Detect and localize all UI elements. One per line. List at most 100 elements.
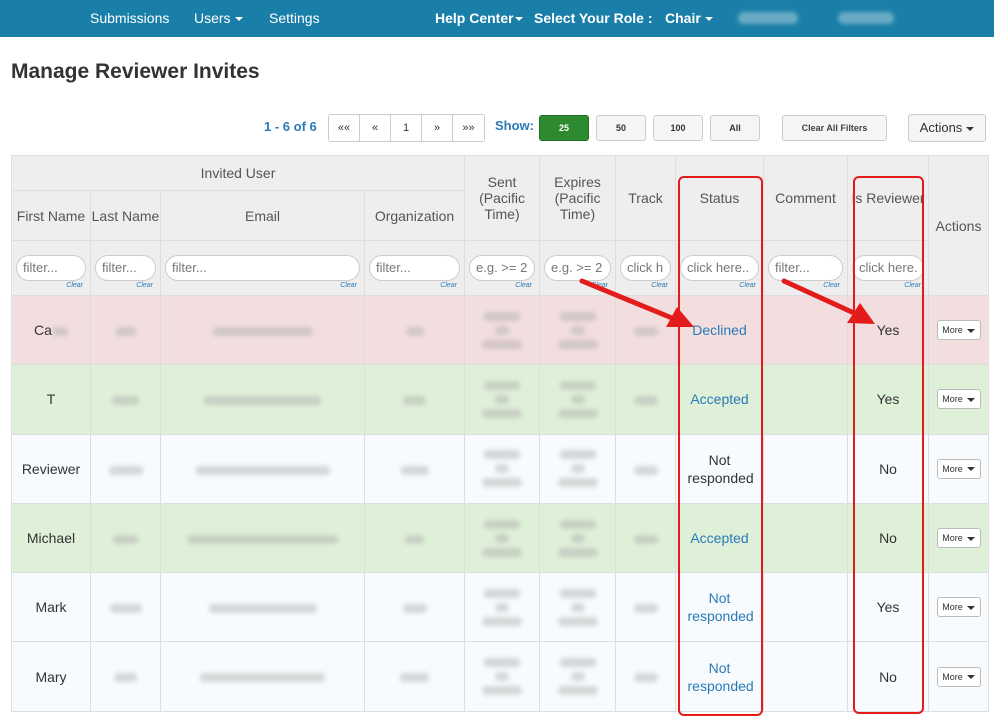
filter-cell: e.g. >= 2 Clear (464, 240, 541, 296)
status-value[interactable]: Declined (688, 321, 752, 339)
col-organization[interactable]: Organization (363, 190, 466, 241)
first-name-cell: Ca (11, 294, 91, 366)
clear-link[interactable]: Clear (904, 282, 921, 289)
status-cell: Declined (675, 294, 765, 366)
more-button[interactable]: More (936, 320, 981, 341)
last-name-filter-input[interactable]: filter... (95, 255, 156, 281)
col-expires[interactable]: Expires (Pacific Time) (539, 155, 617, 241)
clear-link[interactable]: Clear (66, 282, 83, 289)
email-cell (160, 641, 365, 712)
table-row: T Accepted Yes More (11, 364, 990, 435)
clear-link[interactable]: Clear (591, 282, 608, 289)
track-cell (615, 641, 677, 712)
track-filter-input[interactable]: click h (620, 255, 672, 281)
sent-filter-input[interactable]: e.g. >= 2 (469, 255, 536, 281)
status-cell: Not responded (675, 572, 765, 643)
actions-cell: More (928, 294, 990, 366)
more-button[interactable]: More (936, 458, 981, 479)
status-value[interactable]: Accepted (688, 390, 752, 408)
clear-link[interactable]: Clear (823, 282, 840, 289)
status-value[interactable]: Not responded (688, 659, 754, 695)
invited-user-group-header: Invited User (10, 155, 466, 191)
clear-link[interactable]: Clear (515, 282, 532, 289)
show-25-button[interactable]: 25 (539, 115, 589, 141)
organization-filter-input[interactable]: filter... (369, 255, 461, 281)
next-page-button[interactable]: » (422, 115, 453, 141)
clear-link[interactable]: Clear (651, 282, 668, 289)
status-value[interactable]: Accepted (688, 529, 752, 547)
comment-cell (763, 641, 849, 712)
expires-cell (539, 502, 617, 574)
filter-cell: click h Clear (615, 240, 677, 296)
col-sent[interactable]: Sent (Pacific Time) (464, 155, 541, 241)
first-name: Ca (34, 322, 52, 339)
actions-label: Actions (919, 120, 963, 135)
col-is-reviewer[interactable]: Is Reviewer (847, 155, 930, 241)
status-filter-input[interactable]: click here.. (680, 255, 760, 281)
first-page-button[interactable]: «« (329, 115, 360, 141)
col-first-name[interactable]: First Name (11, 190, 91, 241)
first-name-cell: Michael (11, 502, 91, 574)
more-button[interactable]: More (936, 389, 981, 410)
first-name: T (46, 391, 56, 408)
nav-help-center[interactable]: Help Center (435, 10, 523, 26)
status-value[interactable]: Not responded (688, 589, 754, 625)
comment-cell (763, 433, 849, 504)
user-menu-redacted[interactable] (738, 12, 798, 24)
more-button[interactable]: More (936, 666, 981, 687)
filter-cell: filter... Clear (363, 240, 466, 296)
is-reviewer-value: No (879, 668, 897, 685)
nav-submissions[interactable]: Submissions (90, 10, 169, 26)
col-status[interactable]: Status (675, 155, 765, 241)
last-page-button[interactable]: »» (453, 115, 484, 141)
sent-cell (464, 502, 541, 574)
track-cell (615, 294, 677, 366)
last-name-cell (90, 641, 161, 712)
clear-link[interactable]: Clear (136, 282, 153, 289)
redacted-text (405, 534, 424, 544)
first-name-cell: T (11, 364, 91, 435)
first-name-filter-input[interactable]: filter... (16, 255, 86, 281)
clear-all-filters-button[interactable]: Clear All Filters (782, 115, 887, 141)
col-comment[interactable]: Comment (763, 155, 849, 241)
comment-cell (763, 294, 849, 366)
nav-users[interactable]: Users (194, 10, 243, 26)
redacted-text (195, 465, 330, 475)
top-navbar: Submissions Users Settings Help Center S… (0, 0, 994, 37)
page-1-button[interactable]: 1 (391, 115, 422, 141)
role-selector[interactable]: Chair (665, 10, 713, 26)
is-reviewer-filter-input[interactable]: click here. (852, 255, 925, 281)
organization-cell (363, 364, 466, 435)
last-name-cell (90, 364, 161, 435)
clear-link[interactable]: Clear (340, 282, 357, 289)
show-100-button[interactable]: 100 (653, 115, 703, 141)
col-email[interactable]: Email (160, 190, 365, 241)
actions-cell: More (928, 641, 990, 712)
account-menu-redacted[interactable] (838, 12, 894, 24)
col-track[interactable]: Track (615, 155, 677, 241)
track-cell (615, 433, 677, 504)
nav-settings[interactable]: Settings (269, 10, 320, 26)
actions-dropdown-button[interactable]: Actions (908, 114, 986, 142)
col-last-name[interactable]: Last Name (90, 190, 161, 241)
chevron-down-icon (966, 126, 975, 131)
clear-link[interactable]: Clear (739, 282, 756, 289)
show-50-button[interactable]: 50 (596, 115, 646, 141)
track-cell (615, 364, 677, 435)
show-all-button[interactable]: All (710, 115, 760, 141)
clear-link[interactable]: Clear (440, 282, 457, 289)
email-cell (160, 294, 365, 366)
filter-cell: click here.. Clear (675, 240, 765, 296)
more-button[interactable]: More (936, 528, 981, 549)
more-button[interactable]: More (936, 597, 981, 618)
filter-cell: filter... Clear (90, 240, 161, 296)
redacted-text (633, 326, 658, 336)
comment-filter-input[interactable]: filter... (768, 255, 844, 281)
role-label: Select Your Role : (534, 10, 653, 26)
expires-filter-input[interactable]: e.g. >= 2 (544, 255, 612, 281)
nav-users-label: Users (194, 10, 231, 26)
page-title: Manage Reviewer Invites (11, 60, 260, 83)
comment-cell (763, 572, 849, 643)
prev-page-button[interactable]: « (360, 115, 391, 141)
email-filter-input[interactable]: filter... (165, 255, 360, 281)
